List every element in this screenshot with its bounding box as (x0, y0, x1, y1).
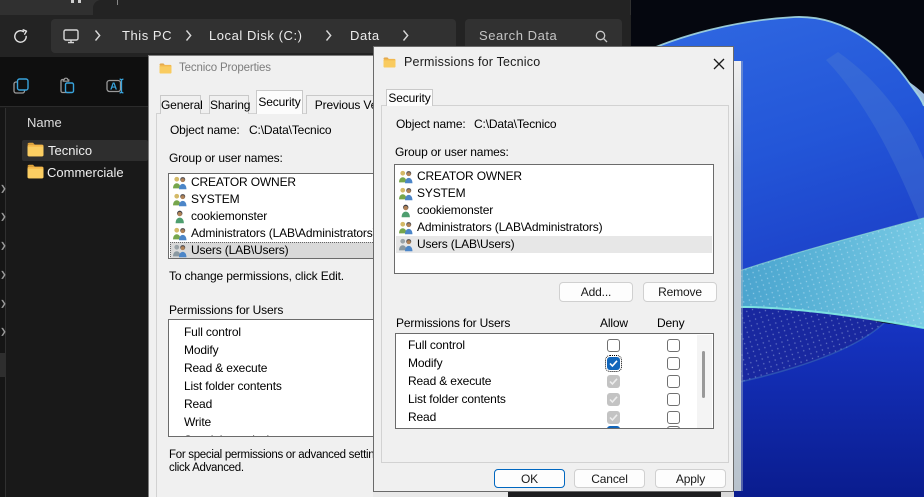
svg-text:A: A (110, 82, 117, 93)
